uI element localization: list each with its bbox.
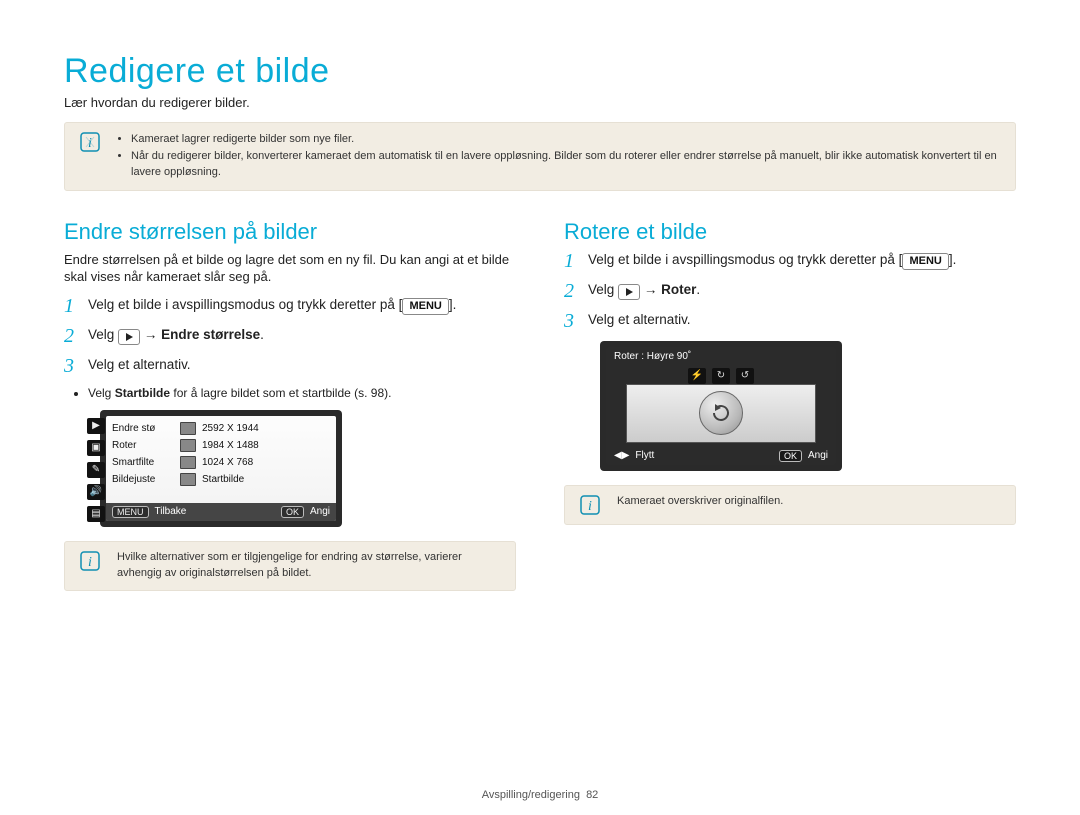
lcd-move-label: Flytt xyxy=(635,450,654,461)
rotate-step-3: Velg et alternativ. xyxy=(588,311,1016,330)
resize-step-2: Velg → Endre størrelse. xyxy=(88,326,516,345)
display-icon: ▤ xyxy=(87,506,105,522)
info-icon: i xyxy=(79,131,101,153)
flash-off-icon: ⚡ xyxy=(688,368,706,384)
lcd-ok-button[interactable]: OK xyxy=(779,450,802,462)
step-number: 3 xyxy=(564,311,580,331)
rotate-note-text: Kameraet overskriver originalfilen. xyxy=(617,494,783,510)
resize-lcd: ▶ ▣ ✎ 🔊 ▤ Endre stø 2592 X 1944 Roter 19… xyxy=(100,410,342,527)
resize-heading: Endre størrelsen på bilder xyxy=(64,219,516,245)
lcd-ok-button[interactable]: OK xyxy=(281,506,304,518)
resize-step-1: Velg et bilde i avspillingsmodus og tryk… xyxy=(88,296,516,315)
intro-bullet: Når du redigerer bilder, konverterer kam… xyxy=(131,149,1001,181)
rotate-right-icon[interactable]: ↻ xyxy=(712,368,730,384)
resolution-icon xyxy=(180,439,196,452)
rotate-note-box: i Kameraet overskriver originalfilen. xyxy=(564,485,1016,525)
step-number: 1 xyxy=(64,296,80,316)
page-title: Redigere et bilde xyxy=(64,52,1016,91)
step-number: 2 xyxy=(564,281,580,301)
rotate-step-1: Velg et bilde i avspillingsmodus og tryk… xyxy=(588,251,1016,270)
lcd-row[interactable]: Bildejuste Startbilde xyxy=(110,471,332,488)
resize-note-box: i Hvilke alternativer som er tilgjengeli… xyxy=(64,541,516,591)
sound-icon: 🔊 xyxy=(87,484,105,500)
lcd-sidebar-icons: ▶ ▣ ✎ 🔊 ▤ xyxy=(86,418,106,522)
resize-intro: Endre størrelsen på et bilde og lagre de… xyxy=(64,251,516,286)
grid-icon: ▣ xyxy=(87,440,105,456)
lcd-row[interactable]: Roter 1984 X 1488 xyxy=(110,437,332,454)
lcd-row[interactable]: Smartfilte 1024 X 768 xyxy=(110,454,332,471)
page-footer: Avspilling/redigering 82 xyxy=(0,789,1080,801)
intro-bullet: Kameraet lagrer redigerte bilder som nye… xyxy=(131,132,1001,148)
play-icon xyxy=(118,329,140,345)
menu-button[interactable]: MENU xyxy=(902,253,948,270)
resize-note-text: Hvilke alternativer som er tilgjengelige… xyxy=(117,550,501,582)
rotate-step-2: Velg → Roter. xyxy=(588,281,1016,300)
lcd-set-label: Angi xyxy=(808,450,828,461)
svg-text:i: i xyxy=(88,555,92,570)
rotate-lcd: Roter : Høyre 90˚ ⚡ ↻ ↺ xyxy=(600,341,842,471)
resize-step-3: Velg et alternativ. xyxy=(88,356,516,375)
step-number: 1 xyxy=(564,251,580,271)
rotate-lcd-title: Roter : Høyre 90˚ xyxy=(614,351,691,362)
rotate-tool-icons: ⚡ ↻ ↺ xyxy=(606,366,836,384)
startimage-icon xyxy=(180,473,196,486)
intro-infobox: i Kameraet lagrer redigerte bilder som n… xyxy=(64,122,1016,191)
lcd-set-label: Angi xyxy=(310,506,330,517)
step-number: 2 xyxy=(64,326,80,346)
menu-button[interactable]: MENU xyxy=(402,298,448,315)
svg-text:i: i xyxy=(588,499,592,514)
resolution-icon xyxy=(180,456,196,469)
page-subtitle: Lær hvordan du redigerer bilder. xyxy=(64,95,1016,110)
lcd-back-label: Tilbake xyxy=(155,506,187,517)
svg-text:i: i xyxy=(88,136,92,151)
edit-icon: ✎ xyxy=(87,462,105,478)
resolution-icon xyxy=(180,422,196,435)
nav-arrows-icon[interactable]: ◀▶ xyxy=(614,450,629,461)
play-icon xyxy=(618,284,640,300)
playback-icon: ▶ xyxy=(87,418,105,434)
rotate-left-icon[interactable]: ↺ xyxy=(736,368,754,384)
resize-sub-bullet: Velg Startbilde for å lagre bildet som e… xyxy=(88,386,516,400)
lcd-menu-button[interactable]: MENU xyxy=(112,506,149,518)
step-number: 3 xyxy=(64,356,80,376)
info-icon: i xyxy=(579,494,601,516)
info-icon: i xyxy=(79,550,101,572)
rotate-heading: Rotere et bilde xyxy=(564,219,1016,245)
rotate-action-icon[interactable] xyxy=(699,391,743,435)
lcd-row[interactable]: Endre stø 2592 X 1944 xyxy=(110,420,332,437)
